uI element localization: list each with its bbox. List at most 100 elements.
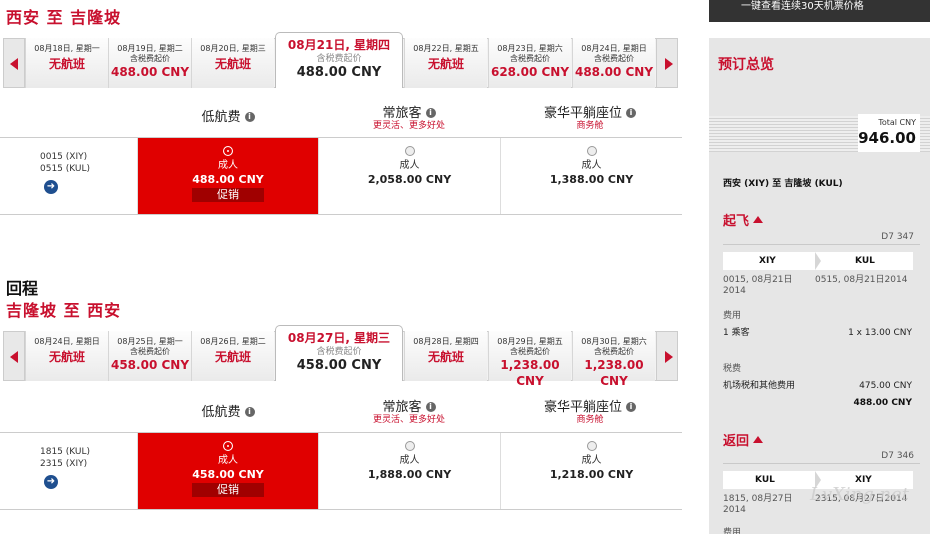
total-label: Total CNY	[878, 118, 916, 127]
fare-header-flex: 常旅客 i 更灵活、更多好处	[319, 102, 499, 132]
date-label: 08月23日, 星期六	[497, 44, 563, 53]
total-box: Total CNY 946.00	[858, 114, 920, 152]
no-flight-label: 无航班	[48, 57, 85, 71]
inbound-date-strip: 08月24日, 星期日 无航班 08月25日, 星期一 含税费起价 458.00…	[3, 325, 678, 388]
inbound-flight-row: 1815 (KUL) 2315 (XIY) ➜ 成人 458.00 CNY 促销…	[0, 432, 682, 510]
prev-dates-button[interactable]	[3, 38, 25, 88]
date-tab-0828[interactable]: 08月28日, 星期四 无航班	[404, 331, 487, 381]
price-caption: 含税费起价	[594, 54, 634, 63]
fare-header-sub: 更灵活、更多好处	[372, 415, 445, 425]
fare-passenger: 成人	[399, 160, 420, 171]
selected-date-tab[interactable]: 08月21日, 星期四 含税费起价 488.00 CNY	[275, 32, 403, 88]
date-price: 488.00 CNY	[110, 65, 190, 79]
selected-date-tab[interactable]: 08月27日, 星期三 含税费起价 458.00 CNY	[275, 325, 403, 381]
fare-radio[interactable]	[404, 146, 415, 156]
return-from: KUL	[755, 475, 775, 485]
flight-info: 0015 (XIY) 0515 (KUL) ➜	[0, 138, 137, 214]
fare-amount: 458.00 CNY	[192, 468, 264, 481]
date-price: 628.00 CNY	[490, 65, 570, 79]
fare-header-label: 常旅客	[382, 106, 422, 121]
depart-toggle[interactable]: 起飞	[723, 210, 764, 229]
return-toggle[interactable]: 返回	[723, 430, 764, 449]
fare-option-low[interactable]: 成人 458.00 CNY 促销	[137, 433, 318, 509]
total-value: 946.00	[858, 129, 916, 147]
date-label: 08月20日, 星期三	[200, 44, 266, 53]
calendar-price-banner[interactable]: 一键查看连续30天机票价格	[709, 0, 930, 22]
fare-radio[interactable]	[586, 441, 597, 451]
no-flight-label: 无航班	[48, 350, 85, 364]
flight-details-icon[interactable]: ➜	[44, 475, 58, 489]
fare-option-premium[interactable]: 成人 1,218.00 CNY	[500, 433, 682, 509]
date-tab-0830[interactable]: 08月30日, 星期六 含税费起价 1,238.00 CNY	[572, 331, 655, 388]
fare-passenger: 成人	[581, 455, 602, 466]
date-price: 488.00 CNY	[574, 65, 654, 79]
watermark: LvXing.net	[810, 484, 910, 505]
chevron-right-icon	[815, 252, 821, 270]
date-tab-0824[interactable]: 08月24日, 星期日 含税费起价 488.00 CNY	[572, 38, 655, 88]
date-tab-0825[interactable]: 08月25日, 星期一 含税费起价 458.00 CNY	[108, 331, 191, 381]
fare-header-label: 低航费	[201, 405, 241, 420]
info-icon[interactable]: i	[425, 401, 436, 412]
outbound-date-strip: 08月18日, 星期一 无航班 08月19日, 星期二 含税费起价 488.00…	[3, 32, 678, 90]
date-price: 458.00 CNY	[110, 358, 190, 372]
fare-radio[interactable]	[586, 146, 597, 156]
fare-radio[interactable]	[223, 441, 233, 451]
return-section-title: 回程	[6, 279, 39, 298]
fare-header-premium: 豪华平躺座位 i 商务舱	[500, 102, 680, 132]
info-icon[interactable]: i	[244, 406, 255, 417]
flight-depart: 0015 (XIY)	[40, 152, 88, 162]
fare-option-flex[interactable]: 成人 2,058.00 CNY	[318, 138, 500, 214]
booking-summary-panel: 预订总览 Total CNY 946.00 西安 (XIY) 至 吉隆坡 (KU…	[709, 38, 930, 534]
info-icon[interactable]: i	[626, 107, 636, 118]
fare-passenger: 成人	[218, 455, 238, 466]
inbound-route-title: 吉隆坡 至 西安	[6, 301, 122, 320]
date-label: 08月26日, 星期二	[200, 337, 266, 346]
date-tab-0826[interactable]: 08月26日, 星期二 无航班	[191, 331, 274, 381]
pax-value: 1 x 13.00 CNY	[848, 328, 912, 338]
date-tab-0818[interactable]: 08月18日, 星期一 无航班	[25, 38, 108, 88]
info-icon[interactable]: i	[425, 107, 436, 118]
fare-option-premium[interactable]: 成人 1,388.00 CNY	[500, 138, 682, 214]
info-icon[interactable]: i	[244, 111, 255, 122]
tax-name: 机场税和其他费用	[723, 381, 796, 391]
promo-badge: 促销	[192, 188, 264, 202]
date-tab-0822[interactable]: 08月22日, 星期五 无航班	[404, 38, 487, 88]
chevron-right-icon	[665, 58, 673, 70]
chevron-left-icon	[10, 351, 18, 363]
collapse-icon	[753, 436, 764, 443]
fare-passenger: 成人	[581, 160, 602, 171]
selected-date-price: 458.00 CNY	[296, 358, 382, 373]
prev-dates-button[interactable]	[3, 331, 25, 381]
fare-amount: 1,888.00 CNY	[367, 468, 452, 481]
date-tab-0823[interactable]: 08月23日, 星期六 含税费起价 628.00 CNY	[488, 38, 571, 88]
fare-amount: 488.00 CNY	[192, 173, 264, 186]
fee-label: 费用	[723, 528, 742, 534]
fare-option-low[interactable]: 成人 488.00 CNY 促销	[137, 138, 318, 214]
price-caption: 含税费起价	[594, 347, 634, 356]
price-caption: 含税费起价	[130, 347, 170, 356]
date-tab-0829[interactable]: 08月29日, 星期五 含税费起价 1,238.00 CNY	[488, 331, 571, 388]
info-icon[interactable]: i	[626, 401, 636, 412]
tax-label: 税费	[723, 364, 742, 374]
fare-radio[interactable]	[223, 146, 233, 156]
next-dates-button[interactable]	[656, 331, 678, 381]
fare-option-flex[interactable]: 成人 1,888.00 CNY	[318, 433, 500, 509]
booking-page: 西安 至 吉隆坡 08月18日, 星期一 无航班 08月19日, 星期二 含税费…	[0, 0, 930, 534]
date-tab-0820[interactable]: 08月20日, 星期三 无航班	[191, 38, 274, 88]
fare-header-sub: 商务舱	[576, 415, 604, 425]
chevron-right-icon	[665, 351, 673, 363]
next-dates-button[interactable]	[656, 38, 678, 88]
fare-header-low: 低航费 i	[138, 401, 318, 420]
fare-header-label: 豪华平躺座位	[543, 106, 622, 121]
date-label: 08月18日, 星期一	[34, 44, 100, 53]
depart-flight-code: D7 347	[881, 232, 914, 242]
date-tab-0824[interactable]: 08月24日, 星期日 无航班	[25, 331, 108, 381]
date-tab-0819[interactable]: 08月19日, 星期二 含税费起价 488.00 CNY	[108, 38, 191, 88]
fare-passenger: 成人	[399, 455, 420, 466]
fare-radio[interactable]	[404, 441, 415, 451]
flight-details-icon[interactable]: ➜	[44, 180, 58, 194]
date-price: 1,238.00 CNY	[584, 358, 644, 388]
fare-header-premium: 豪华平躺座位 i 商务舱	[500, 396, 680, 426]
no-flight-label: 无航班	[427, 350, 464, 364]
return-heading: 返回	[723, 434, 750, 449]
